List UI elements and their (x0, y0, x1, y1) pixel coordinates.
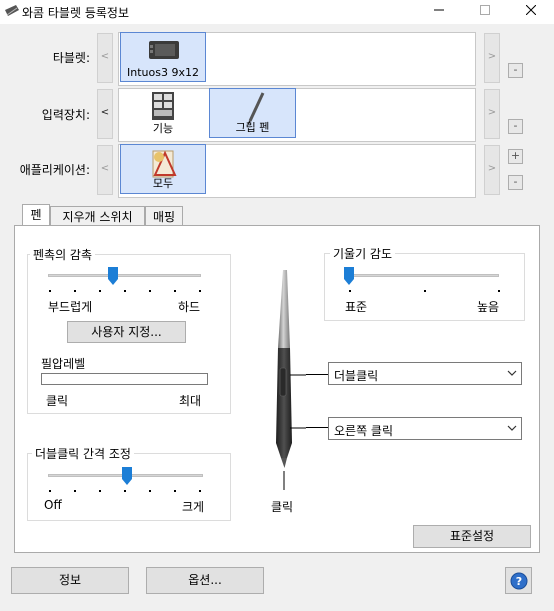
close-button[interactable] (508, 0, 554, 24)
all-applications-item-label: 모두 (152, 177, 174, 190)
minimize-icon (434, 9, 444, 11)
tablet-remove-button[interactable]: - (508, 63, 523, 78)
slider-tick (74, 490, 76, 492)
slider-tick (99, 290, 101, 292)
tilt-track (345, 274, 499, 277)
tablet-scroll-right-button[interactable]: > (484, 33, 500, 83)
lower-button-leader (306, 427, 328, 428)
tablet-device-icon (149, 41, 179, 59)
grip-pen-illustration (276, 270, 306, 490)
tablet-row-label: 타블렛: (52, 51, 90, 65)
slider-tick (349, 290, 351, 292)
tip-feel-min-label: 부드럽게 (48, 300, 93, 314)
grip-pen-item-label: 그립 펜 (235, 121, 270, 134)
maximize-button[interactable] (462, 0, 508, 24)
chevron-down-icon (507, 425, 517, 431)
close-icon (525, 4, 537, 16)
pressure-max-label: 최대 (179, 394, 202, 408)
application-scroll-right-button[interactable]: > (484, 145, 500, 195)
application-item-all[interactable]: 모두 (120, 144, 206, 194)
input-device-row-label: 입력장치: (41, 108, 90, 122)
svg-text:?: ? (515, 575, 521, 588)
tilt-title: 기울기 감도 (330, 245, 396, 262)
tip-feel-custom-button[interactable]: 사용자 지정... (67, 321, 186, 343)
tip-feel-track (48, 274, 201, 277)
slider-tick (424, 290, 426, 292)
maximize-icon (480, 5, 490, 15)
lower-button-value: 오른쪽 클릭 (334, 424, 394, 438)
slider-tick (124, 290, 126, 292)
application-scroll-left-button[interactable]: < (97, 145, 113, 195)
window-title: 와콤 타블렛 등록정보 (22, 6, 129, 20)
slider-tick (99, 490, 101, 492)
input-device-remove-button[interactable]: - (508, 119, 523, 134)
tip-feel-max-label: 하드 (178, 300, 201, 314)
slider-tick (149, 490, 151, 492)
pressure-level-title: 필압레벨 (41, 357, 86, 371)
about-button[interactable]: 정보 (11, 567, 129, 594)
tab-eraser-switch[interactable]: 지우개 스위치 (50, 206, 145, 226)
input-device-item-functions[interactable]: 기능 (120, 88, 206, 138)
default-button[interactable]: 표준설정 (413, 525, 531, 548)
application-remove-button[interactable]: - (508, 175, 523, 190)
help-button[interactable]: ? (505, 567, 532, 594)
tablet-app-icon (5, 5, 19, 16)
pen-tip-label: 클릭 (271, 500, 294, 514)
slider-tick (124, 490, 126, 492)
tilt-slider-thumb[interactable] (344, 267, 354, 285)
slider-tick (199, 290, 201, 292)
double-click-max-label: 크게 (182, 500, 205, 514)
slider-tick (498, 290, 500, 292)
slider-tick (174, 290, 176, 292)
tablet-scroll-left-button[interactable]: < (97, 33, 113, 83)
title-bar: 와콤 타블렛 등록정보 (0, 0, 554, 24)
slider-tick (74, 290, 76, 292)
upper-button-dropdown[interactable]: 더블클릭 (328, 362, 522, 385)
minimize-button[interactable] (416, 0, 462, 24)
input-device-scroll-left-button[interactable]: < (97, 89, 113, 139)
help-icon: ? (510, 572, 527, 590)
tilt-min-label: 표준 (345, 300, 368, 314)
tablet-item-label: Intuos3 9x12 (127, 66, 199, 79)
tip-feel-title: 펜촉의 감촉 (30, 246, 96, 263)
slider-tick (49, 290, 51, 292)
application-row-label: 애플리케이션: (19, 163, 90, 177)
pressure-min-label: 클릭 (46, 394, 69, 408)
tablet-item-intuos3[interactable]: Intuos3 9x12 (120, 32, 206, 82)
options-button[interactable]: 옵션... (146, 567, 264, 594)
chevron-down-icon (507, 370, 517, 376)
tab-mapping[interactable]: 매핑 (145, 206, 183, 226)
pressure-level-bar (41, 373, 208, 385)
application-add-button[interactable]: + (508, 149, 523, 164)
functions-icon (152, 92, 174, 120)
double-click-slider-thumb[interactable] (121, 467, 132, 485)
double-click-min-label: Off (44, 498, 62, 512)
slider-tick (149, 290, 151, 292)
slider-tick (49, 490, 51, 492)
slider-tick (174, 490, 176, 492)
slider-tick (199, 490, 201, 492)
tilt-max-label: 높음 (477, 300, 500, 314)
tab-pen[interactable]: 펜 (22, 204, 50, 226)
input-device-item-grip-pen[interactable]: 그립 펜 (209, 88, 296, 138)
input-device-scroll-right-button[interactable]: > (484, 89, 500, 139)
upper-button-leader (306, 374, 328, 375)
functions-item-label: 기능 (152, 122, 174, 135)
upper-button-value: 더블클릭 (334, 369, 379, 383)
tip-feel-slider-thumb[interactable] (108, 267, 118, 285)
lower-button-dropdown[interactable]: 오른쪽 클릭 (328, 417, 522, 440)
double-click-title: 더블클릭 간격 조정 (32, 445, 134, 462)
